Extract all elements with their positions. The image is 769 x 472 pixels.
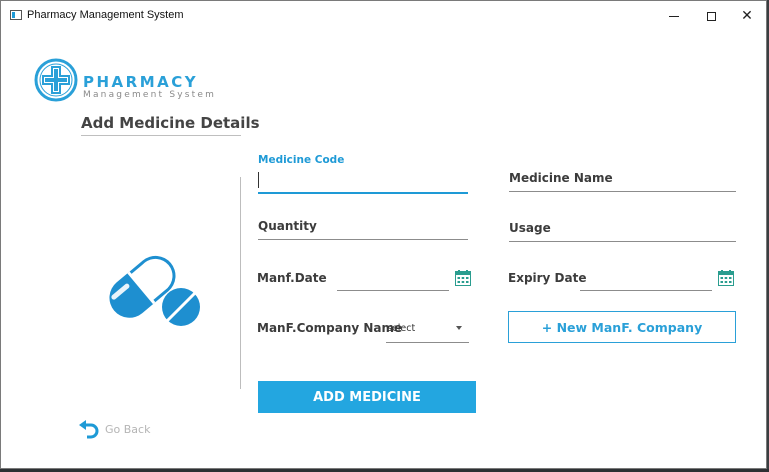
text-caret: [258, 172, 259, 188]
manf-date-label: Manf.Date: [257, 271, 327, 285]
manf-company-select[interactable]: select: [386, 315, 469, 343]
medicine-code-label: Medicine Code: [258, 154, 345, 166]
app-window: Pharmacy Management System ✕ PHARMACY Ma…: [0, 0, 767, 469]
title-bar: Pharmacy Management System ✕: [1, 1, 766, 31]
vertical-divider: [240, 177, 241, 389]
calendar-icon[interactable]: [455, 270, 471, 286]
usage-label: Usage: [509, 221, 551, 235]
calendar-icon[interactable]: [718, 270, 734, 286]
medicine-name-label: Medicine Name: [509, 171, 613, 185]
logo-subtitle: Management System: [83, 90, 217, 100]
close-icon: ✕: [741, 8, 753, 24]
app-window-icon: [10, 10, 22, 20]
minimize-button[interactable]: [656, 1, 692, 31]
close-button[interactable]: ✕: [729, 1, 765, 31]
manf-date-input[interactable]: [337, 290, 449, 291]
manf-company-selected: select: [387, 323, 416, 334]
select-underline: [386, 342, 469, 343]
quantity-label: Quantity: [258, 219, 317, 233]
usage-input[interactable]: [509, 241, 736, 242]
window-title: Pharmacy Management System: [27, 9, 184, 21]
go-back-link[interactable]: Go Back: [105, 423, 150, 436]
manf-company-label: ManF.Company Name: [257, 321, 403, 335]
chevron-down-icon: [456, 326, 462, 330]
maximize-icon: [706, 11, 716, 21]
minimize-icon: [669, 15, 679, 17]
medicine-code-input[interactable]: [258, 192, 468, 194]
pills-icon: [101, 241, 205, 335]
new-manf-company-button[interactable]: + New ManF. Company: [508, 311, 736, 343]
quantity-input[interactable]: [258, 239, 468, 240]
add-medicine-button[interactable]: ADD MEDICINE: [258, 381, 476, 413]
maximize-button[interactable]: [693, 1, 729, 31]
page-title: Add Medicine Details: [81, 114, 260, 132]
medical-cross-icon: [33, 57, 79, 107]
expiry-date-label: Expiry Date: [508, 271, 587, 285]
logo-title: PHARMACY: [83, 73, 199, 91]
title-divider: [81, 135, 241, 136]
expiry-date-input[interactable]: [580, 290, 712, 291]
medicine-name-input[interactable]: [509, 191, 736, 192]
undo-arrow-icon[interactable]: [78, 419, 100, 445]
